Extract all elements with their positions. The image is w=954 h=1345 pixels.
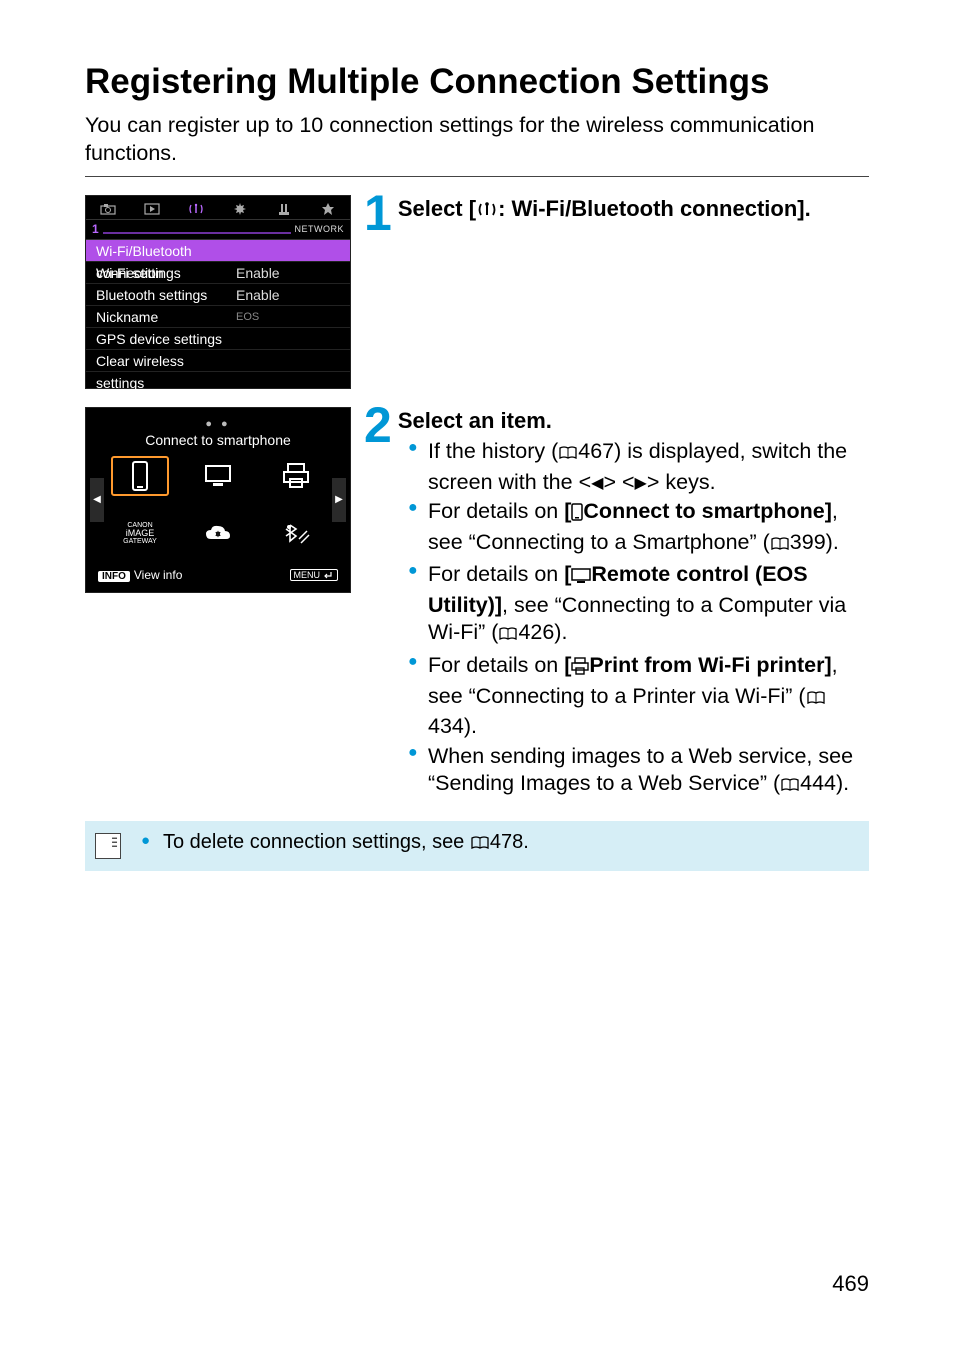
- computer-icon: [571, 564, 591, 592]
- step-1-number: 1: [364, 193, 392, 233]
- nav-right-button[interactable]: ▶: [332, 478, 346, 522]
- smartphone-icon: [571, 501, 583, 529]
- book-icon: [470, 834, 490, 857]
- camera-menu-screen: 1 NETWORK Wi-Fi/Bluetooth connection Wi-…: [85, 195, 351, 389]
- menu-item-bluetooth-settings[interactable]: Bluetooth settings Enable: [86, 284, 350, 306]
- book-icon: [558, 441, 578, 469]
- note-icon: ━━━: [95, 833, 121, 859]
- bullet-smartphone: For details on [Connect to smartphone], …: [408, 498, 869, 559]
- menu-back-button[interactable]: MENU: [290, 569, 339, 581]
- right-arrow-icon: ▶: [635, 475, 647, 492]
- step-1: 1 NETWORK Wi-Fi/Bluetooth connection Wi-…: [85, 195, 869, 389]
- menu-item-nickname[interactable]: Nickname EOS: [86, 306, 350, 328]
- bullet-webservice: When sending images to a Web service, se…: [408, 743, 869, 801]
- step-2-bullets: If the history (467) is displayed, switc…: [408, 438, 869, 800]
- tab-mymenu-icon: [306, 195, 350, 219]
- step-1-title: Select [: Wi-Fi/Bluetooth connection].: [370, 195, 869, 226]
- book-icon: [498, 622, 518, 650]
- step-2-number: 2: [364, 405, 392, 445]
- tab-custom-icon: [262, 195, 306, 219]
- step-2: ● ● Connect to smartphone ◀ ▶ CANONiMAG: [85, 407, 869, 803]
- note-text: To delete connection settings, see 478.: [141, 831, 529, 857]
- page-dots: ● ●: [86, 418, 350, 430]
- connect-printer-icon[interactable]: [267, 456, 325, 496]
- menu-item-gps-settings[interactable]: GPS device settings: [86, 328, 350, 350]
- menu-page-number: 1: [92, 222, 99, 236]
- step-2-title: Select an item.: [370, 407, 869, 435]
- menu-section-label: NETWORK: [295, 224, 345, 234]
- menu-item-list: Wi-Fi/Bluetooth connection Wi-Fi setting…: [86, 240, 350, 372]
- bullet-remote: For details on [Remote control (EOS Util…: [408, 561, 869, 650]
- divider: [85, 176, 869, 177]
- connect-bluetooth-remote-icon[interactable]: [267, 514, 325, 554]
- book-icon: [770, 532, 790, 560]
- menu-tab-bar: [86, 196, 350, 220]
- menu-item-wifi-bt-connection[interactable]: Wi-Fi/Bluetooth connection: [86, 240, 350, 262]
- connect-computer-icon[interactable]: [189, 456, 247, 496]
- connect-image-gateway-icon[interactable]: CANONiMAGEGATEWAY: [111, 514, 169, 554]
- book-icon: [806, 686, 826, 714]
- note-box: ━━━ To delete connection settings, see 4…: [85, 821, 869, 871]
- camera-connect-screen: ● ● Connect to smartphone ◀ ▶ CANONiMAG: [85, 407, 351, 593]
- page-title: Registering Multiple Connection Settings: [85, 62, 869, 102]
- menu-item-clear-wireless[interactable]: Clear wireless settings: [86, 350, 350, 372]
- tab-wireless-icon: [174, 195, 218, 219]
- tab-shoot-icon: [86, 195, 130, 219]
- page-number: 469: [832, 1271, 869, 1297]
- book-icon: [780, 773, 800, 801]
- intro-text: You can register up to 10 connection set…: [85, 112, 869, 168]
- bullet-history: If the history (467) is displayed, switc…: [408, 438, 869, 496]
- tab-play-icon: [130, 195, 174, 219]
- tab-setup-icon: [218, 195, 262, 219]
- bullet-printer: For details on [Print from Wi-Fi printer…: [408, 652, 869, 741]
- printer-icon: [571, 655, 589, 683]
- nav-left-button[interactable]: ◀: [90, 478, 104, 522]
- menu-item-wifi-settings[interactable]: Wi-Fi settings Enable: [86, 262, 350, 284]
- left-arrow-icon: ◀: [591, 475, 603, 492]
- view-info-button[interactable]: INFOView info: [98, 568, 182, 582]
- connect-screen-title: Connect to smartphone: [86, 432, 350, 448]
- wireless-icon: [476, 198, 498, 226]
- info-tag: INFO: [98, 571, 130, 582]
- connect-smartphone-icon[interactable]: [111, 456, 169, 496]
- connect-cloud-icon[interactable]: [189, 514, 247, 554]
